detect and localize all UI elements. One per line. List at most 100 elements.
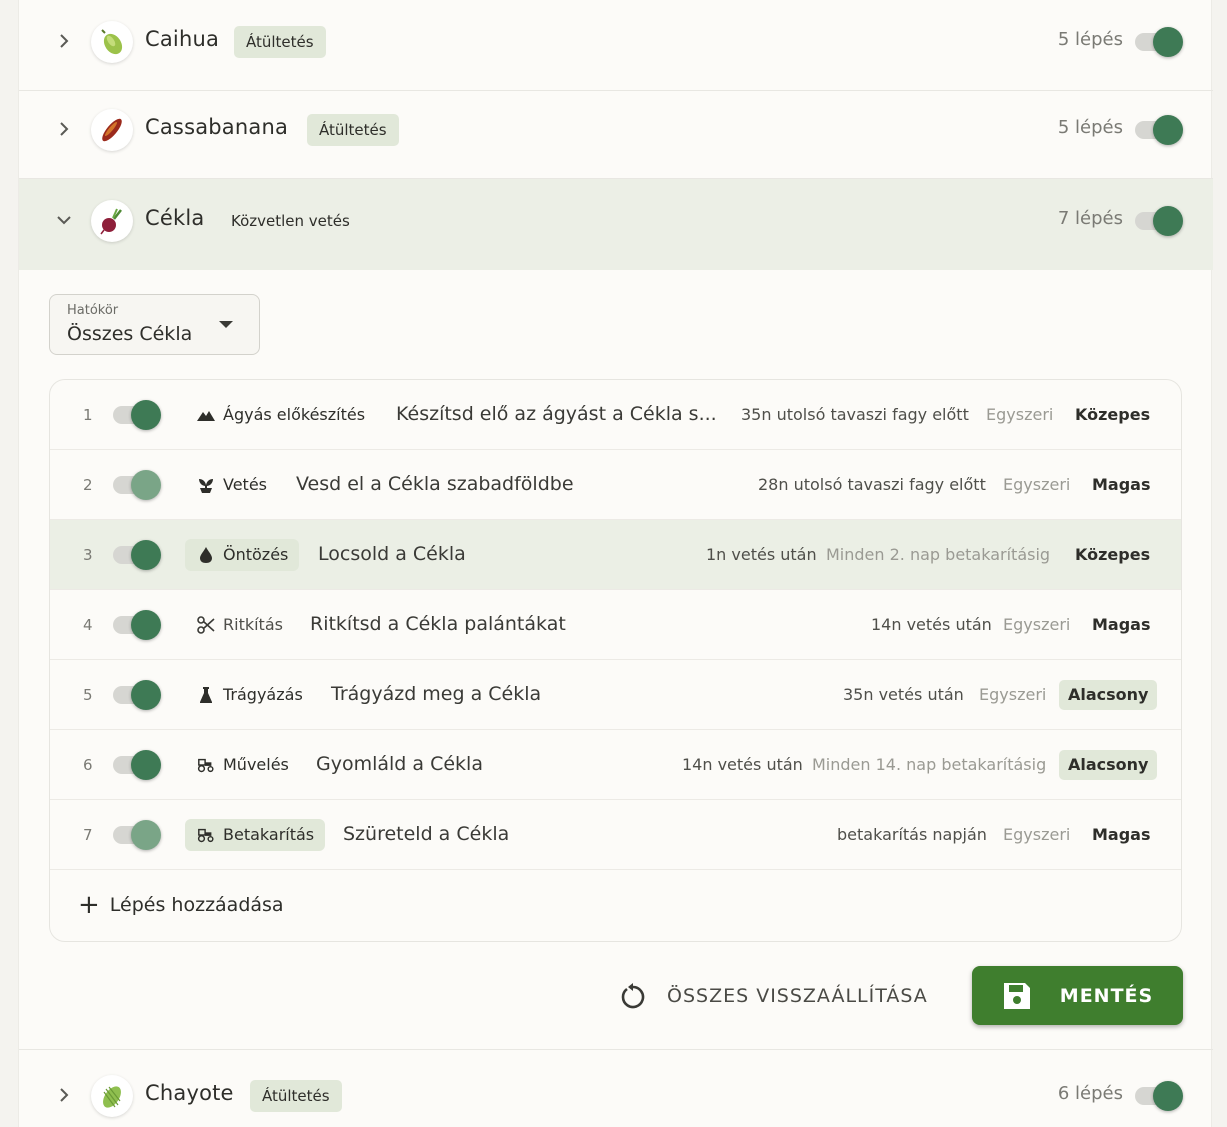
step-row[interactable]: 5 Trágyázás Trágyázd meg a Cékla 35n vet… <box>50 660 1181 730</box>
step-row[interactable]: 2 Vetés Vesd el a Cékla szabadföldbe 28n… <box>50 450 1181 520</box>
step-number: 6 <box>83 756 93 774</box>
step-priority: Közepes <box>1075 545 1151 564</box>
steps-count: 5 lépés <box>1057 29 1123 50</box>
crop-name: Chayote <box>145 1081 234 1105</box>
step-type-label: Ágyás előkészítés <box>223 405 366 424</box>
step-timing: 14n vetés után <box>871 615 992 634</box>
scissors-icon <box>197 616 215 634</box>
step-frequency: Minden 2. nap betakarításig <box>826 545 1051 564</box>
water-drop-icon <box>197 546 215 564</box>
step-type-label: Öntözés <box>223 545 289 564</box>
step-toggle[interactable] <box>113 820 161 850</box>
crop-name: Cassabanana <box>145 115 289 139</box>
step-toggle[interactable] <box>113 680 161 710</box>
step-row[interactable]: 7 Betakarítás Szüreteld a Cékla betakarí… <box>50 800 1181 870</box>
step-priority: Közepes <box>1075 405 1151 424</box>
crop-list-card: Caihua Átültetés 5 lépés Cassabanana Átü… <box>18 0 1213 1127</box>
step-frequency: Egyszeri <box>1003 475 1071 494</box>
crop-name: Cékla <box>145 206 205 230</box>
crop-row-cassabanana[interactable]: Cassabanana Átültetés 5 lépés <box>19 88 1213 179</box>
step-type: Vetés <box>197 469 267 501</box>
step-timing: 1n vetés után <box>706 545 817 564</box>
step-type: Betakarítás <box>185 819 326 851</box>
save-label: MENTÉS <box>1059 984 1154 1007</box>
step-title[interactable]: Készítsd elő az ágyást a Cékla s... <box>396 403 717 425</box>
chevron-right-icon[interactable] <box>53 118 75 140</box>
step-title[interactable]: Ritkítsd a Cékla palántákat <box>310 613 566 635</box>
scope-label: Hatókör <box>67 303 119 318</box>
mountain-icon <box>197 406 215 424</box>
step-toggle[interactable] <box>113 750 161 780</box>
step-timing: 35n vetés után <box>843 685 964 704</box>
method-badge: Átültetés <box>307 114 399 146</box>
step-type-label: Művelés <box>223 755 289 774</box>
add-step-button[interactable]: + Lépés hozzáadása <box>78 890 284 920</box>
step-number: 1 <box>83 406 93 424</box>
caret-down-icon <box>219 321 233 328</box>
step-toggle[interactable] <box>113 400 161 430</box>
reset-icon <box>617 980 649 1012</box>
step-type: Öntözés <box>185 539 300 571</box>
save-button[interactable]: MENTÉS <box>972 966 1183 1025</box>
step-timing: betakarítás napján <box>837 825 987 844</box>
crop-row-caihua[interactable]: Caihua Átültetés 5 lépés <box>19 0 1213 91</box>
beet-icon <box>91 200 133 242</box>
step-timing: 28n utolsó tavaszi fagy előtt <box>758 475 986 494</box>
step-row[interactable]: 6 Művelés Gyomláld a Cékla 14n vetés utá… <box>50 730 1181 800</box>
step-row[interactable]: 3 Öntözés Locsold a Cékla 1n vetés után … <box>50 520 1181 590</box>
step-type-label: Betakarítás <box>223 825 315 844</box>
crop-toggle[interactable] <box>1135 1081 1183 1111</box>
step-frequency: Minden 14. nap betakarításig <box>812 755 1047 774</box>
step-priority: Alacsony <box>1059 750 1158 780</box>
step-toggle[interactable] <box>113 540 161 570</box>
seedling-icon <box>197 476 215 494</box>
step-number: 5 <box>83 686 93 704</box>
step-title[interactable]: Szüreteld a Cékla <box>343 823 509 845</box>
scope-value: Összes Cékla <box>67 323 193 345</box>
chayote-icon <box>91 1075 133 1117</box>
step-type: Ágyás előkészítés <box>197 399 365 431</box>
step-row[interactable]: 1 Ágyás előkészítés Készítsd elő az ágyá… <box>50 380 1181 450</box>
step-type: Trágyázás <box>197 679 303 711</box>
step-number: 3 <box>83 546 93 564</box>
step-title[interactable]: Locsold a Cékla <box>318 543 466 565</box>
chevron-right-icon[interactable] <box>53 30 75 52</box>
crop-toggle[interactable] <box>1135 27 1183 57</box>
step-type: Ritkítás <box>197 609 283 641</box>
tractor-icon <box>197 756 215 774</box>
plus-icon: + <box>78 890 100 920</box>
step-toggle[interactable] <box>113 470 161 500</box>
steps-count: 6 lépés <box>1057 1083 1123 1104</box>
step-priority: Magas <box>1092 825 1151 844</box>
step-title[interactable]: Gyomláld a Cékla <box>316 753 483 775</box>
steps-count: 5 lépés <box>1057 117 1123 138</box>
step-type: Művelés <box>197 749 289 781</box>
step-title[interactable]: Trágyázd meg a Cékla <box>331 683 541 705</box>
reset-all-label: ÖSSZES VISSZAÁLLÍTÁSA <box>667 985 928 1007</box>
tractor-icon <box>197 826 215 844</box>
step-title[interactable]: Vesd el a Cékla szabadföldbe <box>296 473 574 495</box>
method-badge: Átültetés <box>250 1080 342 1112</box>
step-row[interactable]: 4 Ritkítás Ritkítsd a Cékla palántákat 1… <box>50 590 1181 660</box>
step-type-label: Trágyázás <box>223 685 303 704</box>
floppy-disk-icon <box>1002 981 1032 1011</box>
caihua-icon <box>91 21 133 63</box>
step-type-label: Vetés <box>223 475 267 494</box>
chevron-right-icon[interactable] <box>53 1084 75 1106</box>
crop-name: Caihua <box>145 27 220 51</box>
step-number: 7 <box>83 826 93 844</box>
chevron-down-icon[interactable] <box>53 209 75 231</box>
step-toggle[interactable] <box>113 610 161 640</box>
step-frequency: Egyszeri <box>979 685 1047 704</box>
crop-toggle[interactable] <box>1135 206 1183 236</box>
reset-all-button[interactable]: ÖSSZES VISSZAÁLLÍTÁSA <box>617 976 928 1016</box>
scope-select[interactable]: Hatókör Összes Cékla <box>49 294 260 355</box>
method-label: Közvetlen vetés <box>231 212 350 230</box>
method-badge: Átültetés <box>234 26 326 58</box>
crop-row-cekla[interactable]: Cékla Közvetlen vetés 7 lépés <box>19 179 1213 270</box>
crop-toggle[interactable] <box>1135 115 1183 145</box>
step-timing: 35n utolsó tavaszi fagy előtt <box>741 405 969 424</box>
step-priority: Alacsony <box>1059 680 1158 710</box>
crop-row-chayote[interactable]: Chayote Átültetés 6 lépés <box>19 1050 1213 1127</box>
steps-count: 7 lépés <box>1057 208 1123 229</box>
